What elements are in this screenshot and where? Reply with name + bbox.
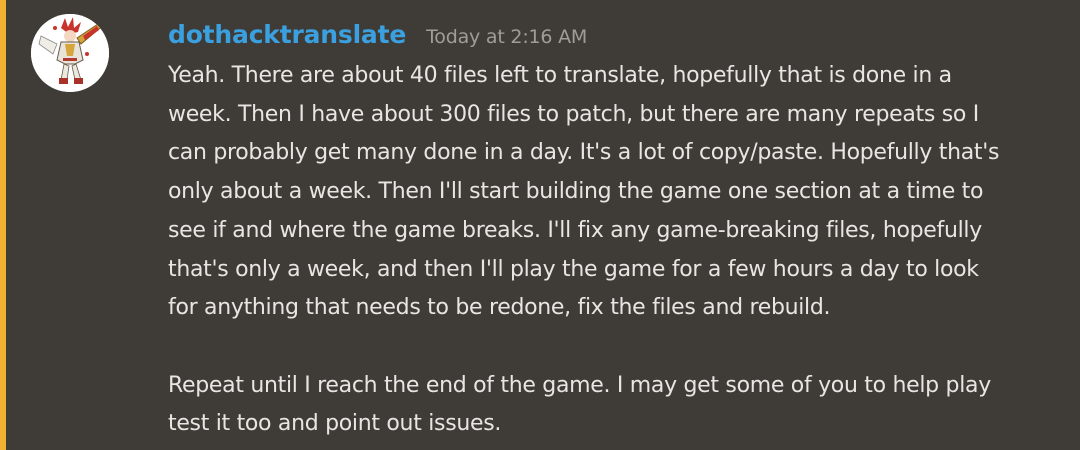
message-line: that's only a week, and then I'll play t… xyxy=(168,256,979,282)
author-username[interactable]: dothacktranslate xyxy=(168,20,406,49)
message-line: for anything that needs to be redone, fi… xyxy=(168,295,831,321)
highlight-accent-bar xyxy=(0,0,6,450)
user-avatar[interactable] xyxy=(31,14,109,92)
chat-message: dothacktranslate Today at 2:16 AM Yeah. … xyxy=(0,0,1080,450)
message-header: dothacktranslate Today at 2:16 AM xyxy=(168,20,587,54)
message-line: Yeah. There are about 40 files left to t… xyxy=(168,63,952,88)
message-timestamp[interactable]: Today at 2:16 AM xyxy=(426,26,587,48)
message-line: only about a week. Then I'll start build… xyxy=(168,179,984,205)
message-line: week. Then I have about 300 files to pat… xyxy=(168,101,979,127)
message-line: see if and where the game breaks. I'll f… xyxy=(168,217,982,243)
message-line: test it too and point out issues. xyxy=(168,411,502,437)
anime-character-avatar-icon xyxy=(31,14,109,92)
message-content: Yeah. There are about 40 files left to t… xyxy=(168,57,1048,444)
message-line: Repeat until I reach the end of the game… xyxy=(168,372,991,398)
message-line: can probably get many done in a day. It'… xyxy=(168,140,1000,166)
